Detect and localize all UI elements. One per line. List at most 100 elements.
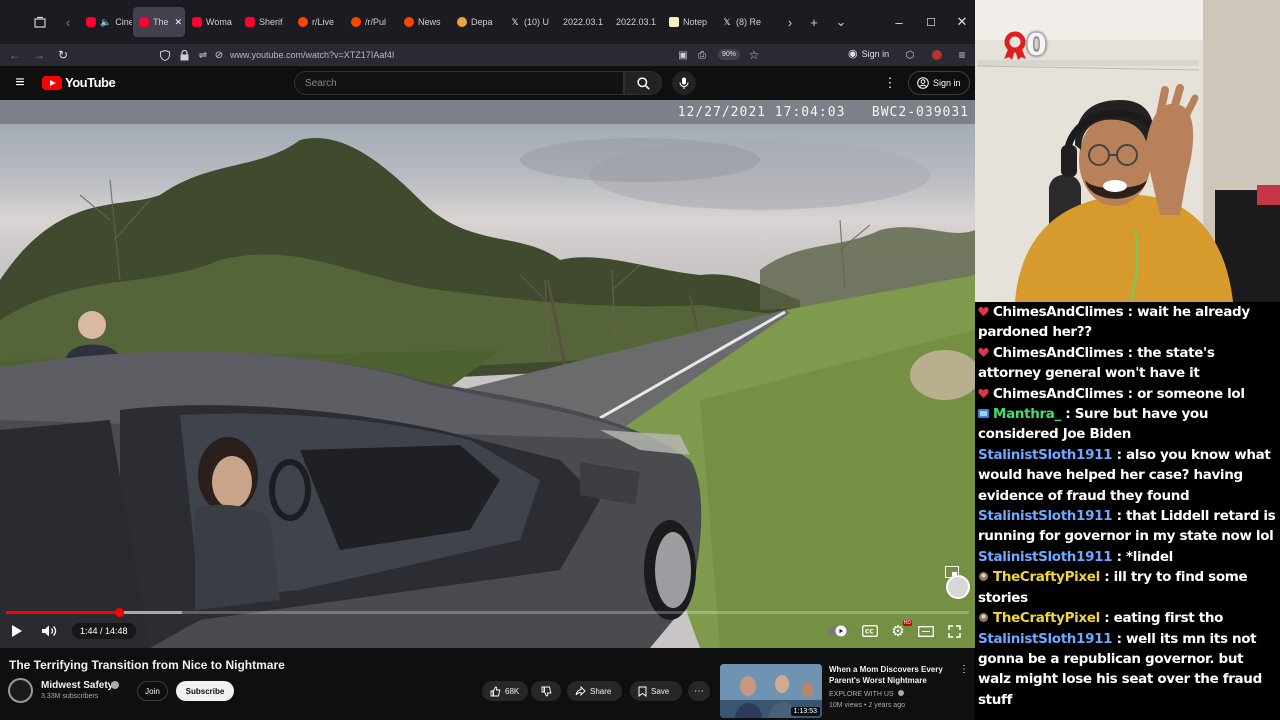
maximize-button[interactable]: ☐ bbox=[915, 0, 947, 44]
forward-button[interactable]: → bbox=[27, 44, 51, 66]
chat-message: ChimesAndClimes : or someone lol bbox=[978, 384, 1277, 404]
mic-blocked-icon[interactable]: ⊘ bbox=[210, 44, 228, 66]
death-counter: 0 bbox=[1000, 28, 1047, 63]
url-text[interactable]: www.youtube.com/watch?v=XTZ17IAaf4I bbox=[230, 50, 394, 60]
back-button[interactable]: ← bbox=[3, 44, 27, 66]
reload-icon: ↻ bbox=[57, 48, 69, 62]
recommended-video-menu-button[interactable]: ⋮ bbox=[958, 664, 970, 678]
youtube-icon bbox=[86, 17, 96, 27]
list-all-tabs-button[interactable]: ⌄ bbox=[829, 10, 853, 34]
tab-overview-button[interactable] bbox=[28, 10, 52, 34]
thumbs-up-icon bbox=[490, 686, 501, 696]
progress-scrubber-handle[interactable] bbox=[114, 608, 124, 617]
subscribe-button[interactable]: Subscribe bbox=[176, 681, 234, 701]
guide-menu-button[interactable]: ≡ bbox=[10, 73, 30, 93]
browser-tab[interactable]: News bbox=[398, 7, 450, 37]
bookmark-star-icon[interactable]: ☆ bbox=[745, 44, 763, 66]
browser-tab[interactable]: r/Live bbox=[292, 7, 344, 37]
browser-tab-label: Cinem bbox=[115, 17, 132, 27]
extensions-icon[interactable]: ⬡ bbox=[901, 44, 919, 66]
youtube-icon bbox=[139, 17, 149, 27]
recommended-video-title[interactable]: When a Mom Discovers Every Parent's Wors… bbox=[829, 664, 955, 686]
tab-strip: 🔈 Cinem The ✕ Woma Sherif r/Live/r/Pul News Depa… bbox=[80, 5, 769, 39]
channel-name[interactable]: Midwest Safety bbox=[41, 680, 113, 691]
arrow-left-icon: ← bbox=[9, 48, 21, 62]
browser-tab[interactable]: 🔈 Cinem bbox=[80, 7, 132, 37]
autoplay-toggle[interactable] bbox=[825, 622, 851, 640]
close-window-button[interactable]: ✕ bbox=[946, 0, 978, 44]
screenshot-icon[interactable]: ⎙ bbox=[693, 44, 711, 66]
chat-username: ChimesAndClimes bbox=[993, 304, 1124, 320]
new-tab-button[interactable]: + bbox=[802, 10, 826, 34]
fullscreen-button[interactable] bbox=[945, 622, 963, 640]
captions-button[interactable]: CC bbox=[861, 622, 879, 640]
browser-tab[interactable]: Depa bbox=[451, 7, 503, 37]
chat-message-text: *lindel bbox=[1125, 548, 1173, 565]
video-player[interactable]: 12/27/2021 17:04:03 BWC2-039031 1:44 / 1… bbox=[0, 100, 975, 648]
progress-bar[interactable] bbox=[6, 608, 969, 617]
channel-watermark[interactable] bbox=[946, 575, 970, 599]
browser-tab[interactable]: Woma bbox=[186, 7, 238, 37]
more-horizontal-icon: ⋯ bbox=[694, 685, 704, 697]
voice-search-button[interactable] bbox=[672, 71, 696, 95]
account-sign-in-button[interactable]: ◉ Sign in bbox=[848, 47, 889, 60]
scroll-tabs-right-button[interactable]: › bbox=[778, 10, 802, 34]
more-actions-button[interactable]: ⋯ bbox=[688, 681, 710, 701]
lock-icon[interactable] bbox=[175, 44, 193, 66]
recommended-video-channel[interactable]: EXPLORE WITH US bbox=[829, 690, 904, 698]
join-button[interactable]: Join bbox=[137, 681, 168, 701]
addon-badge-icon[interactable] bbox=[928, 44, 946, 66]
settings-more-button[interactable]: ⋮ bbox=[882, 74, 898, 92]
reddit-icon bbox=[298, 17, 308, 27]
fullscreen-icon bbox=[947, 624, 961, 638]
recommended-video-thumbnail[interactable]: 1:13:53 bbox=[720, 664, 822, 718]
chat-username: ChimesAndClimes bbox=[993, 385, 1124, 402]
zoom-level-badge[interactable]: 90% bbox=[718, 49, 741, 60]
search-button[interactable] bbox=[624, 71, 662, 95]
browser-tab[interactable]: 2022.03.1 bbox=[557, 7, 609, 37]
browser-tab[interactable]: 𝕏 (8) Re bbox=[716, 7, 768, 37]
recommended-video-duration: 1:13:53 bbox=[790, 707, 820, 716]
reload-button[interactable]: ↻ bbox=[51, 44, 75, 66]
play-button[interactable] bbox=[8, 622, 26, 640]
browser-tab[interactable]: 2022.03.1 bbox=[610, 7, 662, 37]
time-display: 1:44 / 14:48 bbox=[72, 623, 136, 639]
search-input[interactable] bbox=[305, 77, 605, 89]
like-button[interactable]: 68K bbox=[482, 681, 528, 701]
hamburger-icon: ≡ bbox=[15, 74, 25, 91]
video-controls-left: 1:44 / 14:48 bbox=[8, 622, 136, 640]
youtube-logo-text: YouTube bbox=[65, 75, 116, 90]
browser-tab[interactable]: 𝕏 (10) U bbox=[504, 7, 556, 37]
browser-tab[interactable]: The ✕ bbox=[133, 7, 185, 37]
browser-tab-label: Woma bbox=[206, 17, 232, 27]
share-button[interactable]: Share bbox=[567, 681, 622, 701]
navigation-bar: ← → ↻ ⇌ ⊘ www.youtube.com/watch?v=XTZ17I… bbox=[0, 44, 975, 66]
browser-tab-label: r/Live bbox=[312, 17, 335, 27]
volume-button[interactable] bbox=[40, 622, 58, 640]
youtube-sign-in-button[interactable]: Sign in bbox=[908, 71, 970, 95]
chat-username: StalinistSloth1911 bbox=[978, 630, 1113, 647]
app-menu-icon[interactable]: ≡ bbox=[953, 44, 971, 66]
settings-button[interactable]: ⚙ HD bbox=[889, 620, 912, 640]
scroll-tabs-left-button[interactable]: ‹ bbox=[56, 10, 80, 34]
speaker-icon[interactable]: 🔈 bbox=[100, 17, 111, 28]
close-tab-icon[interactable]: ✕ bbox=[175, 17, 183, 28]
tab-overview-icon bbox=[34, 16, 46, 28]
browser-tab[interactable]: /r/Pul bbox=[345, 7, 397, 37]
youtube-logo[interactable]: YouTube bbox=[42, 75, 116, 90]
channel-avatar[interactable] bbox=[8, 678, 33, 703]
chat-username: ChimesAndClimes bbox=[993, 344, 1124, 361]
browser-tab[interactable]: Notep bbox=[663, 7, 715, 37]
video-title: The Terrifying Transition from Nice to N… bbox=[9, 658, 285, 672]
like-count: 68K bbox=[505, 686, 520, 696]
x-icon: 𝕏 bbox=[723, 17, 731, 27]
reader-view-icon[interactable]: ▣ bbox=[674, 44, 692, 66]
browser-tab[interactable]: Sherif bbox=[239, 7, 291, 37]
save-button[interactable]: Save bbox=[630, 681, 682, 701]
dislike-button[interactable] bbox=[531, 681, 561, 701]
account-icon: ◉ bbox=[848, 48, 858, 60]
play-icon bbox=[12, 625, 22, 637]
theater-mode-button[interactable] bbox=[917, 622, 935, 640]
tracking-protection-icon[interactable] bbox=[156, 44, 174, 66]
minimize-button[interactable]: – bbox=[883, 0, 915, 44]
